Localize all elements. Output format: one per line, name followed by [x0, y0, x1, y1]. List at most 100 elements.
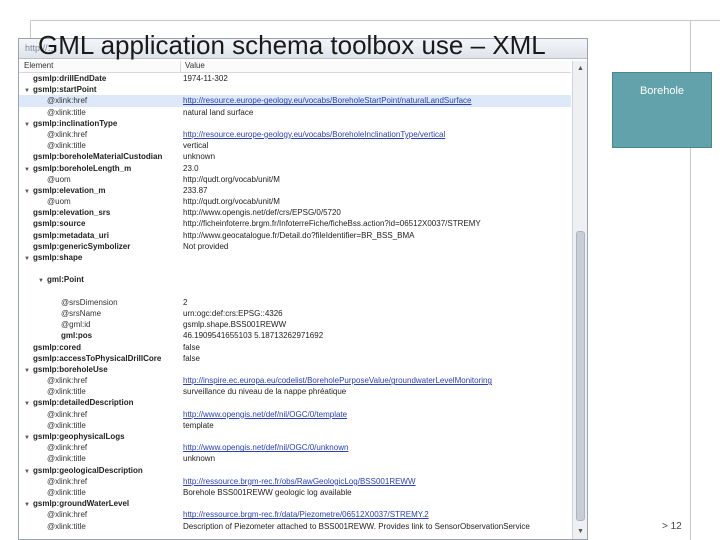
scroll-down-arrow-icon[interactable]: ▼	[575, 526, 586, 537]
tree-cell-element: gml:pos	[19, 330, 181, 341]
tree-cell-element: @srsName	[19, 308, 181, 319]
scroll-thumb[interactable]	[576, 231, 585, 521]
value-link[interactable]: http://inspire.ec.europa.eu/codelist/Bor…	[183, 376, 492, 385]
tree-row[interactable]: @xlink:href http://inspire.ec.europa.eu/c…	[19, 375, 571, 386]
element-name: @xlink:title	[47, 107, 86, 117]
tree-row[interactable]: @xlink:title surveillance du niveau de la…	[19, 386, 571, 397]
tree-row[interactable]: gsmlp:boreholeMaterialCustodian unknown	[19, 151, 571, 162]
tree-row[interactable]: ▼ gml:Point	[19, 274, 571, 296]
column-header-value[interactable]: Value	[181, 61, 205, 72]
tree-row[interactable]: @xlink:href http://www.opengis.net/def/ni…	[19, 442, 571, 453]
tree-cell-value	[181, 252, 571, 274]
expand-toggle-icon[interactable]: ▼	[23, 500, 31, 509]
expand-toggle-icon[interactable]: ▼	[23, 187, 31, 196]
tree-row[interactable]: ▼ gsmlp:geophysicalLogs	[19, 431, 571, 442]
tree-row[interactable]: @xlink:title Borehole BSS001REWW geologic…	[19, 487, 571, 498]
tree-row[interactable]: gsmlp:elevation_srs http://www.opengis.ne…	[19, 207, 571, 218]
tree-row[interactable]: @uom http://qudt.org/vocab/unit/M	[19, 174, 571, 185]
tree-row[interactable]: gsmlp:drillEndDate 1974-11-302	[19, 73, 571, 84]
tree-row[interactable]: @srsDimension 2	[19, 297, 571, 308]
tree-row[interactable]: gml:pos 46.1909541655103 5.18713262971692	[19, 330, 571, 341]
tree-cell-element: @xlink:title	[19, 521, 181, 532]
tree-row[interactable]: gsmlp:accessToPhysicalDrillCore false	[19, 353, 571, 364]
expand-toggle-icon[interactable]: ▼	[23, 433, 31, 442]
element-value: urn:ogc:def:crs:EPSG::4326	[183, 308, 283, 318]
value-link[interactable]: http://www.opengis.net/def/nil/OGC/0/tem…	[183, 410, 347, 419]
tree-row[interactable]: @uom http://qudt.org/vocab/unit/M	[19, 196, 571, 207]
element-name: gsmlp:shape	[33, 253, 83, 262]
tree-row[interactable]: ▼ gsmlp:startPoint	[19, 84, 571, 95]
element-name: @uom	[47, 197, 71, 207]
element-value: unknown	[183, 454, 216, 464]
tree-row[interactable]: @srsName urn:ogc:def:crs:EPSG::4326	[19, 308, 571, 319]
tree-row[interactable]: ▼ gsmlp:boreholeLength_m 23.0	[19, 163, 571, 174]
element-name: @xlink:href	[47, 409, 88, 419]
element-name: @xlink:href	[47, 96, 88, 106]
tree-row[interactable]: gsmlp:source http://ficheinfoterre.brgm.f…	[19, 218, 571, 229]
tree-cell-value: http://resource.europe-geology.eu/vocabs…	[181, 129, 571, 140]
tree-row[interactable]: @xlink:href http://www.opengis.net/def/ni…	[19, 409, 571, 420]
tree-row[interactable]: ▼ gsmlp:shape	[19, 252, 571, 274]
expand-toggle-icon[interactable]: ▼	[23, 399, 31, 408]
borehole-callout-body	[621, 107, 705, 143]
expand-toggle-icon[interactable]: ▼	[23, 120, 31, 129]
tree-row[interactable]: @xlink:href http://ressource.brgm-rec.fr/…	[19, 476, 571, 487]
tree-row[interactable]: @xlink:href http://resource.europe-geolog…	[19, 95, 571, 107]
tree-row[interactable]: ▼ gsmlp:geologicalDescription	[19, 465, 571, 476]
expand-toggle-icon[interactable]: ▼	[23, 165, 31, 174]
column-header-element[interactable]: Element	[19, 61, 181, 72]
tree-cell-value: Description of Piezometer attached to BS…	[181, 521, 571, 532]
element-value: natural land surface	[183, 107, 254, 117]
tree-cell-value: http://qudt.org/vocab/unit/M	[181, 174, 571, 185]
expand-toggle-icon[interactable]: ▼	[37, 276, 45, 287]
element-name: @xlink:title	[47, 521, 86, 531]
expand-toggle-icon[interactable]: ▼	[23, 86, 31, 95]
tree-rows: gsmlp:drillEndDate 1974-11-302 ▼ gsmlp:star…	[19, 73, 571, 532]
tree-cell-element: @xlink:title	[19, 420, 181, 431]
xml-tree-view[interactable]: Element Value gsmlp:drillEndDate 1974-11-…	[19, 61, 571, 539]
tree-row[interactable]: ▼ gsmlp:elevation_m 233.87	[19, 185, 571, 196]
tree-cell-value: false	[181, 342, 571, 353]
tree-row[interactable]: gsmlp:cored false	[19, 342, 571, 353]
tree-cell-value: Not provided	[181, 241, 571, 252]
tree-row[interactable]: @xlink:href http://ressource.brgm-rec.fr/…	[19, 509, 571, 520]
tree-row[interactable]: gsmlp:genericSymbolizer Not provided	[19, 241, 571, 252]
expand-toggle-icon[interactable]: ▼	[23, 366, 31, 375]
tree-cell-value: http://www.opengis.net/def/nil/OGC/0/tem…	[181, 409, 571, 420]
value-link[interactable]: http://resource.europe-geology.eu/vocabs…	[183, 130, 445, 139]
tree-row[interactable]: ▼ gsmlp:detailedDescription	[19, 397, 571, 408]
element-name: @xlink:href	[47, 376, 88, 386]
tree-cell-element: @xlink:href	[19, 409, 181, 420]
tree-row[interactable]: @xlink:title Description of Piezometer at…	[19, 521, 571, 532]
value-link[interactable]: http://www.opengis.net/def/nil/OGC/0/unk…	[183, 443, 348, 452]
tree-row[interactable]: @xlink:href http://resource.europe-geolog…	[19, 129, 571, 140]
tree-cell-element: gsmlp:cored	[19, 342, 181, 353]
tree-cell-element: gsmlp:genericSymbolizer	[19, 241, 181, 252]
vertical-scrollbar[interactable]: ▲ ▼	[572, 61, 587, 539]
value-link[interactable]: http://ressource.brgm-rec.fr/obs/RawGeol…	[183, 477, 416, 486]
element-name: gsmlp:geologicalDescription	[33, 465, 143, 475]
tree-row[interactable]: @xlink:title natural land surface	[19, 107, 571, 118]
tree-row[interactable]: @xlink:title unknown	[19, 453, 571, 464]
tree-cell-element: @xlink:href	[19, 476, 181, 487]
tree-cell-element: @xlink:title	[19, 107, 181, 118]
tree-row[interactable]: ▼ gsmlp:groundWaterLevel	[19, 498, 571, 509]
element-value: 2	[183, 297, 188, 307]
tree-cell-value: http://ressource.brgm-rec.fr/data/Piezom…	[181, 509, 571, 520]
expand-toggle-icon[interactable]: ▼	[23, 467, 31, 476]
tree-row[interactable]: ▼ gsmlp:boreholeUse	[19, 364, 571, 375]
tree-row[interactable]: @xlink:title vertical	[19, 140, 571, 151]
scroll-up-arrow-icon[interactable]: ▲	[575, 63, 586, 74]
tree-row[interactable]: ▼ gsmlp:inclinationType	[19, 118, 571, 129]
tree-cell-value: http://ressource.brgm-rec.fr/obs/RawGeol…	[181, 476, 571, 487]
element-name: gsmlp:boreholeMaterialCustodian	[33, 152, 163, 162]
tree-row[interactable]: @gml:id gsmlp.shape.BSS001REWW	[19, 319, 571, 330]
value-link[interactable]: http://ressource.brgm-rec.fr/data/Piezom…	[183, 510, 429, 519]
tree-cell-value: 233.87	[181, 185, 571, 196]
tree-row[interactable]: gsmlp:metadata_uri http://www.geocatalogu…	[19, 230, 571, 241]
value-link[interactable]: http://resource.europe-geology.eu/vocabs…	[183, 96, 471, 105]
tree-row[interactable]: @xlink:title template	[19, 420, 571, 431]
expand-toggle-icon[interactable]: ▼	[23, 254, 31, 265]
element-name: gsmlp:startPoint	[33, 85, 97, 95]
element-name: gsmlp:drillEndDate	[33, 74, 107, 83]
